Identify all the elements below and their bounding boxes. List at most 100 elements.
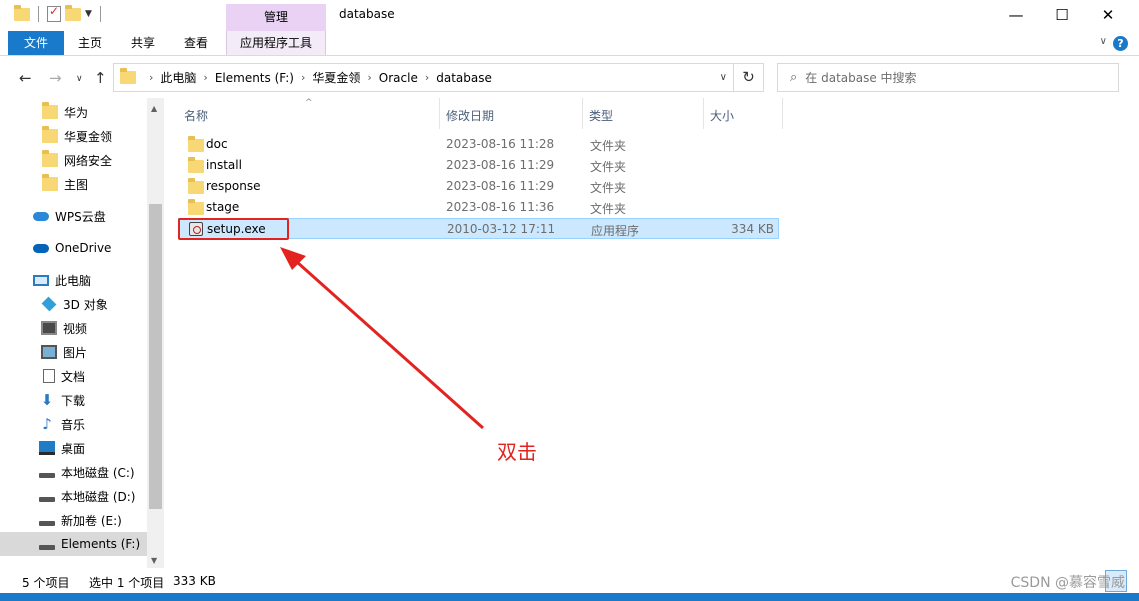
help-icon[interactable]: ?: [1113, 36, 1128, 51]
sidebar-item-network-security[interactable]: 网络安全: [0, 148, 147, 172]
file-date: 2023-08-16 11:29: [446, 179, 555, 193]
breadcrumb-drive-f[interactable]: Elements (F:): [215, 71, 294, 85]
drive-icon: [39, 472, 55, 478]
breadcrumb-oracle[interactable]: Oracle: [379, 71, 418, 85]
sidebar-item-label: 文档: [61, 369, 86, 384]
sidebar-item-documents[interactable]: 文档: [0, 364, 147, 388]
sidebar-item-drive-e[interactable]: 新加卷 (E:): [0, 508, 147, 532]
selection-size: 333 KB: [173, 574, 216, 588]
pc-icon: [33, 274, 49, 286]
sidebar-item-label: 桌面: [61, 441, 86, 456]
sidebar-item-music[interactable]: ♪ 音乐: [0, 412, 147, 436]
sidebar-item-downloads[interactable]: ⬇ 下载: [0, 388, 147, 412]
file-row[interactable]: stage 2023-08-16 11:36 文件夹: [178, 197, 779, 218]
file-size: 334 KB: [731, 222, 774, 236]
sidebar-item-huawei[interactable]: 华为: [0, 100, 147, 124]
column-name[interactable]: 名称: [184, 107, 208, 124]
quick-access-toolbar: ▼: [14, 4, 105, 22]
chevron-down-icon[interactable]: ▼: [85, 9, 92, 19]
tab-share[interactable]: 共享: [121, 31, 165, 55]
navigation-bar: ← → ∨ ↑ › 此电脑 › Elements (F:) › 华夏金领 › O…: [0, 56, 1139, 98]
sidebar-item-label: 主图: [64, 177, 89, 192]
up-icon[interactable]: ↑: [94, 69, 107, 87]
minimize-button[interactable]: —: [993, 0, 1039, 31]
sidebar-item-drive-f[interactable]: Elements (F:): [0, 532, 147, 556]
back-icon[interactable]: ←: [19, 69, 32, 87]
file-type: 文件夹: [590, 139, 627, 153]
file-row[interactable]: install 2023-08-16 11:29 文件夹: [178, 155, 779, 176]
breadcrumb-separator-icon[interactable]: ›: [425, 71, 429, 84]
file-date: 2023-08-16 11:29: [446, 158, 555, 172]
sidebar-item-videos[interactable]: 视频: [0, 316, 147, 340]
folder-icon: [42, 150, 58, 167]
breadcrumb-huaxia[interactable]: 华夏金领: [312, 69, 360, 86]
cloud-icon: [33, 211, 49, 221]
properties-icon[interactable]: [47, 4, 61, 22]
sidebar-item-label: 3D 对象: [63, 297, 108, 312]
onedrive-icon: [33, 243, 49, 253]
new-folder-icon[interactable]: [65, 4, 81, 21]
file-type: 文件夹: [590, 202, 627, 216]
file-date: 2023-08-16 11:28: [446, 137, 555, 151]
expand-ribbon-icon[interactable]: ∨: [1100, 36, 1107, 47]
address-bar[interactable]: › 此电脑 › Elements (F:) › 华夏金领 › Oracle › …: [113, 63, 734, 92]
breadcrumb-separator-icon[interactable]: ›: [203, 71, 207, 84]
sidebar-item-label: 图片: [63, 345, 88, 360]
tab-view[interactable]: 查看: [174, 31, 218, 55]
folder-icon: [42, 126, 58, 143]
tab-home[interactable]: 主页: [68, 31, 112, 55]
scroll-down-icon[interactable]: ▼: [151, 556, 157, 565]
folder-icon: [42, 174, 58, 191]
column-date[interactable]: 修改日期: [446, 107, 494, 124]
breadcrumb-separator-icon[interactable]: ›: [367, 71, 371, 84]
sidebar-item-label: 此电脑: [55, 273, 92, 288]
maximize-button[interactable]: ☐: [1039, 0, 1085, 31]
search-icon: ⌕: [790, 70, 798, 85]
divider: [38, 6, 39, 22]
tab-application-tools[interactable]: 应用程序工具: [226, 31, 326, 55]
pictures-icon: [41, 345, 57, 359]
manage-context-tab[interactable]: 管理: [226, 4, 326, 31]
chevron-down-icon[interactable]: ∨: [720, 72, 727, 83]
recent-locations-icon[interactable]: ∨: [76, 74, 83, 84]
breadcrumb-separator-icon[interactable]: ›: [301, 71, 305, 84]
drive-icon: [39, 544, 55, 550]
breadcrumb-database[interactable]: database: [436, 71, 492, 85]
sidebar-item-label: 华夏金领: [64, 129, 113, 144]
music-icon: ♪: [42, 415, 52, 433]
folder-icon: [188, 199, 204, 215]
breadcrumb-this-pc[interactable]: 此电脑: [160, 69, 196, 86]
sidebar-item-main-image[interactable]: 主图: [0, 172, 147, 196]
documents-icon: [43, 369, 55, 383]
folder-icon: [14, 4, 30, 21]
sidebar-item-drive-c[interactable]: 本地磁盘 (C:): [0, 460, 147, 484]
file-name: response: [206, 179, 261, 193]
sidebar-item-label: WPS云盘: [55, 209, 106, 224]
column-size[interactable]: 大小: [710, 107, 734, 124]
scrollbar-thumb[interactable]: [149, 204, 162, 509]
sidebar-item-3d-objects[interactable]: 3D 对象: [0, 292, 147, 316]
sidebar-item-huaxia[interactable]: 华夏金领: [0, 124, 147, 148]
search-input[interactable]: ⌕ 在 database 中搜索: [777, 63, 1119, 92]
forward-icon[interactable]: →: [49, 69, 62, 87]
title-bar: ▼ 管理 database — ☐ ✕: [0, 0, 1139, 31]
sidebar-item-pictures[interactable]: 图片: [0, 340, 147, 364]
refresh-button[interactable]: ↻: [734, 63, 764, 92]
file-row[interactable]: response 2023-08-16 11:29 文件夹: [178, 176, 779, 197]
scroll-up-icon[interactable]: ▲: [151, 104, 157, 113]
sidebar-scrollbar[interactable]: ▲ ▼: [147, 98, 164, 568]
sidebar-item-drive-d[interactable]: 本地磁盘 (D:): [0, 484, 147, 508]
column-type[interactable]: 类型: [589, 107, 613, 124]
close-button[interactable]: ✕: [1085, 0, 1131, 31]
file-date: 2023-08-16 11:36: [446, 200, 555, 214]
sidebar-item-desktop[interactable]: 桌面: [0, 436, 147, 460]
file-row[interactable]: doc 2023-08-16 11:28 文件夹: [178, 134, 779, 155]
breadcrumb-separator-icon[interactable]: ›: [149, 71, 153, 84]
folder-icon: [188, 157, 204, 173]
tab-file[interactable]: 文件: [8, 31, 64, 55]
sidebar-item-this-pc[interactable]: 此电脑: [0, 268, 147, 292]
folder-icon: [188, 178, 204, 194]
file-name: stage: [206, 200, 240, 214]
sidebar-item-wps-cloud[interactable]: WPS云盘: [0, 204, 147, 228]
sidebar-item-onedrive[interactable]: OneDrive: [0, 236, 147, 260]
